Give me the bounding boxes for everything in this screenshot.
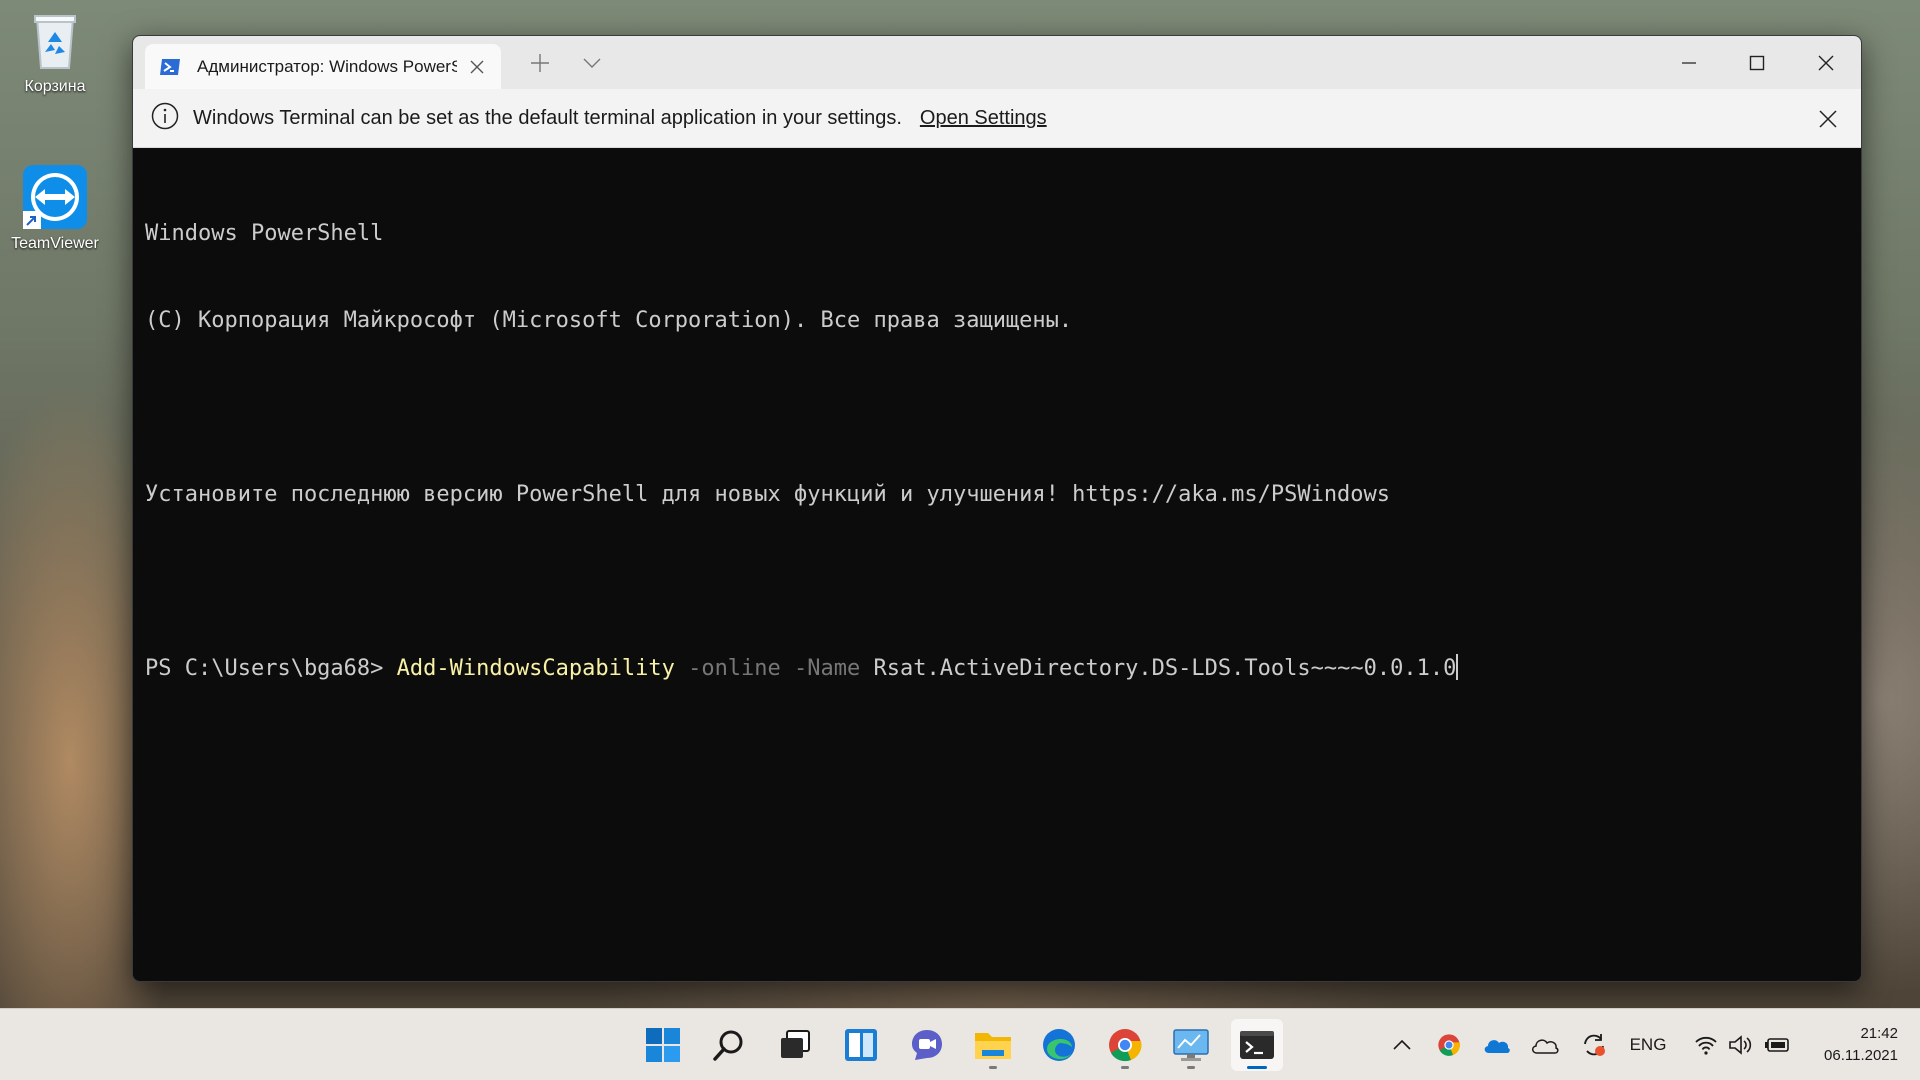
tray-onedrive-personal[interactable] xyxy=(1530,1031,1560,1059)
tray-volume[interactable] xyxy=(1726,1031,1754,1059)
task-view-icon xyxy=(781,1030,810,1058)
clock-time: 21:42 xyxy=(1860,1025,1898,1042)
console-line: Установите последнюю версию PowerShell д… xyxy=(145,482,1391,507)
battery-icon xyxy=(1765,1038,1789,1052)
new-tab-button[interactable] xyxy=(525,48,555,78)
folder-icon xyxy=(975,1033,1011,1059)
minimize-button[interactable] xyxy=(1655,36,1723,89)
language-indicator[interactable]: ENG xyxy=(1628,1031,1668,1059)
infobar-message: Windows Terminal can be set as the defau… xyxy=(193,106,902,129)
chevron-up-icon xyxy=(1393,1039,1411,1050)
control-panel-icon xyxy=(1173,1029,1209,1061)
desktop-icon-label: Корзина xyxy=(24,78,86,95)
control-panel-button[interactable] xyxy=(1165,1019,1217,1071)
show-hidden-icons-button[interactable] xyxy=(1390,1031,1414,1059)
close-icon xyxy=(1818,55,1834,70)
running-indicator xyxy=(989,1066,997,1069)
tab-dropdown-button[interactable] xyxy=(577,48,607,78)
console-output[interactable]: Windows PowerShell (C) Корпорация Майкро… xyxy=(133,148,1861,741)
search-icon xyxy=(713,1030,743,1061)
chrome-icon xyxy=(1109,1029,1142,1062)
search-button[interactable] xyxy=(703,1019,755,1071)
terminal-icon xyxy=(1240,1031,1274,1059)
edge-icon xyxy=(1043,1029,1075,1061)
running-indicator xyxy=(1247,1066,1267,1069)
infobar-close-icon[interactable] xyxy=(1813,104,1843,134)
prompt: PS C:\Users\bga68> xyxy=(145,656,397,681)
title-bar[interactable]: Администратор: Windows PowerShell xyxy=(133,36,1861,89)
taskbar: ENG 21:42 06.11.2021 xyxy=(0,1008,1920,1080)
command-name: Add-WindowsCapability xyxy=(396,656,675,681)
info-icon xyxy=(151,102,179,135)
edge-button[interactable] xyxy=(1033,1019,1085,1071)
onedrive-icon xyxy=(1484,1040,1510,1053)
chrome-button[interactable] xyxy=(1099,1019,1151,1071)
start-button[interactable] xyxy=(637,1019,689,1071)
tab-close-icon[interactable] xyxy=(465,55,489,79)
file-explorer-button[interactable] xyxy=(967,1019,1019,1071)
chat-button[interactable] xyxy=(901,1019,953,1071)
widgets-icon xyxy=(845,1029,877,1061)
volume-icon xyxy=(1729,1035,1752,1055)
console-line: (C) Корпорация Майкрософт (Microsoft Cor… xyxy=(145,308,1073,333)
plus-icon xyxy=(531,54,549,72)
maximize-button[interactable] xyxy=(1723,36,1791,89)
windows-logo-icon xyxy=(646,1028,680,1062)
clock-date: 06.11.2021 xyxy=(1824,1047,1898,1064)
console-line: Windows PowerShell xyxy=(145,221,384,246)
parameter-online: -online xyxy=(674,656,781,681)
powershell-icon xyxy=(159,56,181,78)
running-indicator xyxy=(1187,1066,1195,1069)
tray-battery[interactable] xyxy=(1762,1031,1792,1059)
tray-chrome[interactable] xyxy=(1436,1031,1462,1059)
open-settings-link[interactable]: Open Settings xyxy=(920,107,1047,130)
cloud-icon xyxy=(1532,1039,1559,1054)
parameter-name: -Name xyxy=(780,656,861,681)
command-argument: Rsat.ActiveDirectory.DS-LDS.Tools~~~~0.0… xyxy=(860,656,1457,681)
recycle-bin-icon xyxy=(23,8,87,72)
desktop-icon-teamviewer[interactable]: TeamViewer xyxy=(7,165,103,253)
task-view-button[interactable] xyxy=(769,1019,821,1071)
chevron-down-icon xyxy=(583,58,601,68)
chat-icon xyxy=(912,1030,942,1060)
terminal-window: Администратор: Windows PowerShell Window… xyxy=(132,35,1862,982)
text-cursor xyxy=(1456,654,1459,680)
console-prompt-line: PS C:\Users\bga68> Add-WindowsCapability… xyxy=(145,654,1861,683)
maximize-icon xyxy=(1749,55,1765,70)
system-clock[interactable]: 21:42 06.11.2021 xyxy=(1824,1023,1898,1067)
wifi-icon xyxy=(1695,1036,1717,1055)
widgets-button[interactable] xyxy=(835,1019,887,1071)
teamviewer-icon xyxy=(23,165,87,229)
sync-icon xyxy=(1584,1034,1605,1056)
tray-onedrive-business[interactable] xyxy=(1482,1031,1512,1059)
tab-title: Администратор: Windows PowerShell xyxy=(197,56,457,76)
terminal-button[interactable] xyxy=(1231,1019,1283,1071)
chrome-icon xyxy=(1438,1034,1461,1056)
shortcut-arrow-icon xyxy=(23,211,41,229)
close-window-button[interactable] xyxy=(1792,36,1860,89)
desktop-icon-recycle-bin[interactable]: Корзина xyxy=(7,8,103,96)
desktop-icon-label: TeamViewer xyxy=(11,235,99,252)
minimize-icon xyxy=(1682,61,1696,64)
default-terminal-infobar: Windows Terminal can be set as the defau… xyxy=(133,89,1861,148)
tab-powershell[interactable]: Администратор: Windows PowerShell xyxy=(145,44,501,89)
running-indicator xyxy=(1121,1066,1129,1069)
tray-sync[interactable] xyxy=(1580,1031,1608,1059)
tray-network[interactable] xyxy=(1692,1031,1720,1059)
